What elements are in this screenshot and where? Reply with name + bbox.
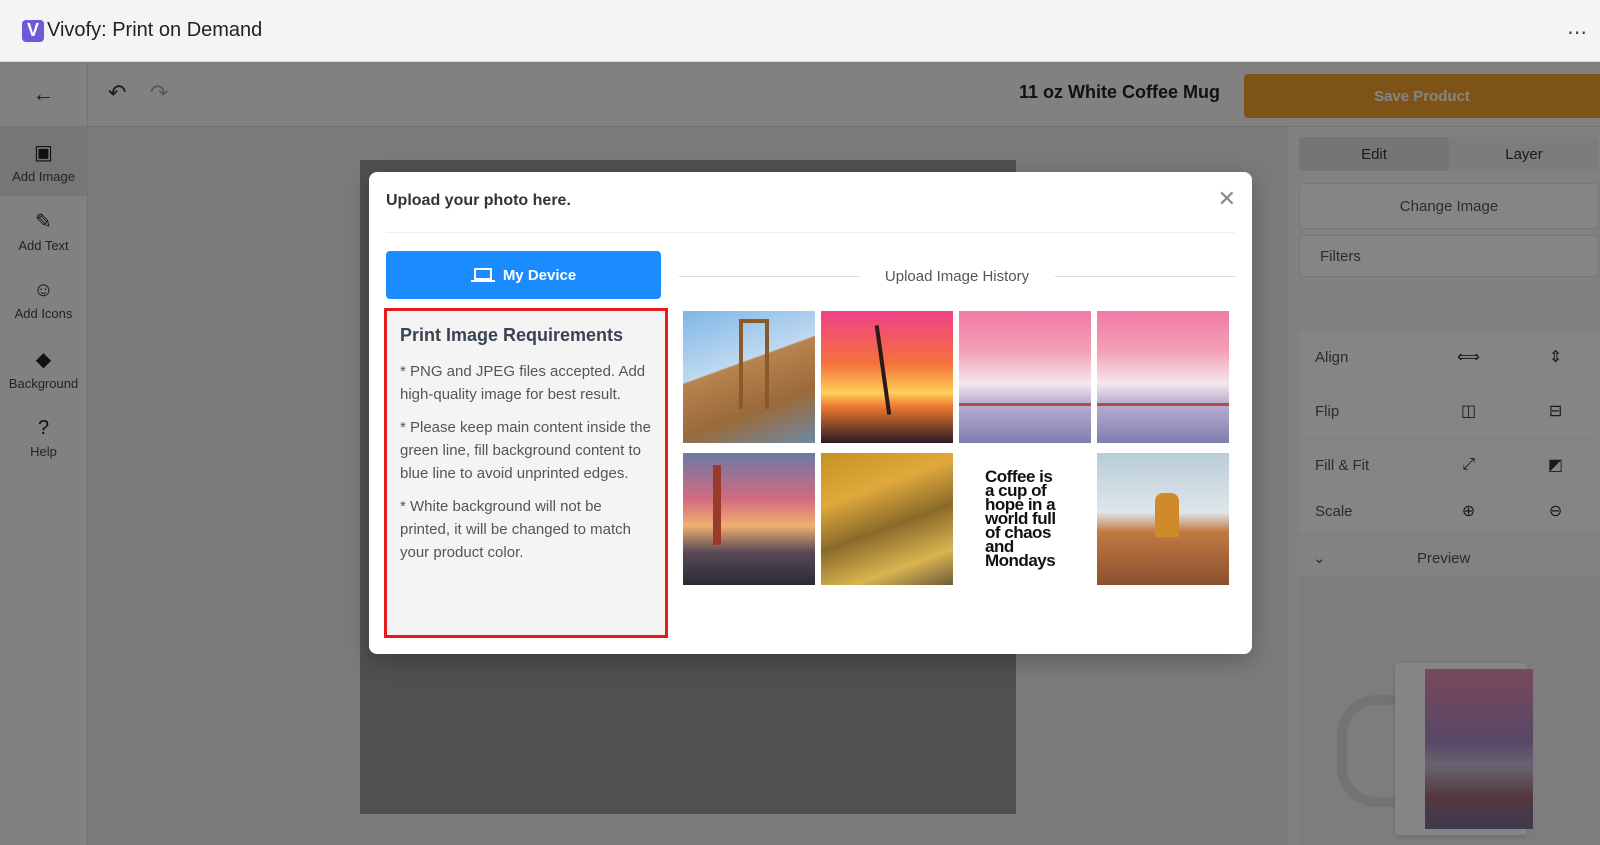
print-requirements-box: Print Image Requirements * PNG and JPEG … bbox=[384, 308, 668, 638]
app-title: Vivofy: Print on Demand bbox=[47, 19, 263, 41]
thumbnail-quote-text: Coffee is a cup of hope in a world full … bbox=[985, 467, 1056, 570]
history-thumbnail-bridge[interactable] bbox=[683, 311, 815, 443]
upload-modal: Upload your photo here. ✕ My Device Prin… bbox=[369, 172, 1252, 654]
modal-title: Upload your photo here. bbox=[386, 192, 571, 209]
history-thumbnail-fog-bridge[interactable] bbox=[959, 311, 1091, 443]
upload-history-heading: Upload Image History bbox=[679, 266, 1236, 286]
history-thumbnail-golden-gate[interactable] bbox=[683, 453, 815, 585]
app-titlebar: V Vivofy: Print on Demand ⋯ bbox=[0, 0, 1600, 62]
requirement-item: * White background will not be printed, … bbox=[400, 498, 631, 561]
history-thumbnail-autumn-path[interactable] bbox=[821, 453, 953, 585]
app-logo: V bbox=[22, 19, 44, 42]
upload-history-label: Upload Image History bbox=[884, 267, 1030, 285]
laptop-icon bbox=[470, 267, 495, 283]
history-thumbnail-coffee-quote[interactable]: Coffee is a cup of hope in a world full … bbox=[959, 453, 1091, 585]
close-icon[interactable]: ✕ bbox=[1218, 188, 1236, 210]
upload-history-grid: Coffee is a cup of hope in a world full … bbox=[683, 311, 1233, 585]
requirement-item: * PNG and JPEG files accepted. Add high-… bbox=[400, 363, 646, 403]
my-device-button[interactable]: My Device bbox=[386, 251, 661, 299]
history-thumbnail-fog-bridge-2[interactable] bbox=[1097, 311, 1229, 443]
requirements-title: Print Image Requirements bbox=[400, 325, 624, 345]
history-thumbnail-palm-sunset[interactable] bbox=[821, 311, 953, 443]
requirement-item: * Please keep main content inside the gr… bbox=[400, 419, 651, 482]
history-thumbnail-hiker[interactable] bbox=[1097, 453, 1229, 585]
more-options-icon[interactable]: ⋯ bbox=[1567, 20, 1588, 45]
modal-divider bbox=[386, 232, 1235, 233]
my-device-label: My Device bbox=[502, 266, 577, 284]
